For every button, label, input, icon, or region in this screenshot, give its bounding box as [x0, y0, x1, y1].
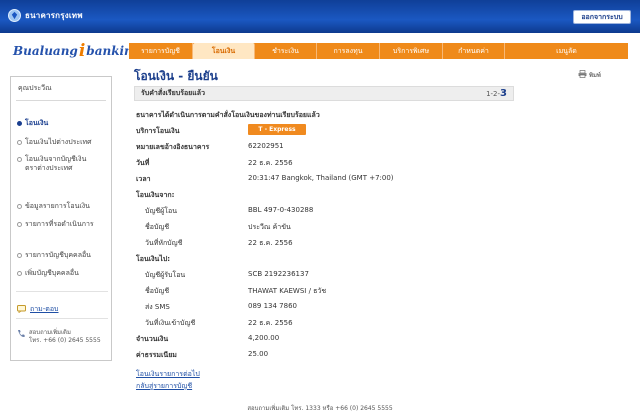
sidebar-item-fcd-transfer[interactable]: โอนเงินจากบัญชีเงินตราต่างประเทศ [17, 155, 97, 173]
sidebar-item-transfer[interactable]: โอนเงิน [17, 119, 109, 128]
success-notice: ธนาคารได้ดำเนินการตามคำสั่งโอนเงินของท่า… [136, 111, 320, 119]
step-indicator: 1-2-3 [486, 88, 507, 99]
phone-icon [17, 329, 25, 345]
help-faq-link[interactable]: ถาม-ตอบ [17, 304, 59, 315]
footer-contact: สอบถามเพิ่มเติม โทร. 1333 หรือ +66 (0) 2… [247, 405, 393, 412]
bullet-icon [17, 204, 22, 209]
sidebar-item-add-third-party[interactable]: เพิ่มบัญชีบุคคลอื่น [17, 269, 109, 278]
sidebar-item-pending[interactable]: รายการที่รอดำเนินการ [17, 220, 109, 229]
bullet-icon [17, 253, 22, 258]
print-button[interactable]: พิมพ์ [578, 70, 601, 80]
time-value: 20:31:47 Bangkok, Thailand (GMT +7:00) [248, 174, 394, 182]
print-label: พิมพ์ [589, 72, 601, 79]
bank-name: ธนาคารกรุงเทพ [25, 11, 83, 20]
bullet-icon [17, 121, 22, 126]
bullet-icon [17, 271, 22, 276]
service-label: บริการโอนเงิน [136, 127, 180, 135]
help-faq-label: ถาม-ตอบ [30, 305, 59, 313]
from-debit-date-value: 22 ธ.ค. 2556 [248, 239, 293, 247]
bualuang-ibanking-logo[interactable]: Bualuang i banking [13, 40, 141, 62]
contact-text: สอบถามเพิ่มเติม [29, 329, 71, 336]
sms-label: ส่ง SMS [145, 303, 170, 311]
to-name-value: THAWAT KAEWSI / ธวัช [248, 287, 327, 295]
sidebar-item-label: โอนเงิน [25, 119, 49, 127]
to-account-value: SCB 2192236137 [248, 270, 309, 278]
tab-special-services[interactable]: บริการพิเศษ [380, 43, 443, 59]
sms-value: 089 134 7860 [248, 302, 297, 310]
brand-text-bualuang: Bualuang [13, 44, 78, 58]
tab-transfer[interactable]: โอนเงิน [193, 43, 255, 59]
from-heading: โอนเงินจาก: [136, 191, 175, 199]
fee-value: 25.00 [248, 350, 269, 358]
from-name-label: ชื่อบัญชี [145, 223, 170, 231]
tab-investment[interactable]: การลงทุน [317, 43, 380, 59]
step-status-bar: รับคำสั่งเรียบร้อยแล้ว 1-2-3 [134, 86, 514, 101]
bank-emblem-icon [8, 9, 21, 22]
sidebar-item-label: ข้อมูลรายการโอนเงิน [25, 202, 90, 210]
sidebar-divider [16, 318, 108, 319]
step-current: 3 [500, 88, 507, 99]
to-credit-date-label: วันที่เงินเข้าบัญชี [145, 319, 196, 327]
bullet-icon [17, 140, 22, 145]
contact-phone: โทร. +66 (0) 2645 5555 [29, 337, 101, 344]
from-name-value: ประวีณ ค้าขัน [248, 223, 291, 231]
sidebar-item-label: รายการบัญชีบุคคลอื่น [25, 251, 91, 259]
main-navigation: รายการบัญชี โอนเงิน ชำระเงิน การลงทุน บร… [129, 43, 628, 59]
from-debit-date-label: วันที่หักบัญชี [145, 239, 183, 247]
fee-label: ค่าธรรมเนียม [136, 351, 177, 359]
sidebar-item-label: รายการที่รอดำเนินการ [25, 220, 94, 228]
date-label: วันที่ [136, 159, 150, 167]
back-to-accounts-link[interactable]: กลับสู่รายการบัญชี [136, 381, 200, 392]
tab-settings[interactable]: กำหนดค่า [443, 43, 505, 59]
printer-icon [578, 70, 587, 80]
amount-label: จำนวนเงิน [136, 335, 169, 343]
sidebar-user-name: คุณประวีณ [16, 77, 106, 101]
amount-value: 4,200.00 [248, 334, 280, 342]
bullet-icon [17, 222, 22, 227]
chat-bubble-icon [17, 304, 26, 315]
time-label: เวลา [136, 175, 151, 183]
to-account-label: บัญชีผู้รับโอน [145, 271, 186, 279]
bank-logo[interactable]: ธนาคารกรุงเทพ [8, 9, 83, 22]
from-account-value: BBL 497-0-430288 [248, 206, 314, 214]
to-name-label: ชื่อบัญชี [145, 287, 170, 295]
sidebar-divider [16, 291, 108, 292]
page-title: โอนเงิน - ยืนยัน [134, 69, 218, 83]
tab-shortcut-menu[interactable]: เมนูลัด [505, 43, 628, 59]
sidebar-contact: สอบถามเพิ่มเติม โทร. +66 (0) 2645 5555 [17, 329, 101, 345]
logout-button[interactable]: ออกจากระบบ [573, 10, 631, 24]
tab-payment[interactable]: ชำระเงิน [255, 43, 317, 59]
brand-text-i: i [78, 41, 86, 61]
tab-accounts[interactable]: รายการบัญชี [129, 43, 193, 59]
sidebar-item-label: โอนเงินไปต่างประเทศ [25, 138, 92, 146]
sidebar-item-overseas-transfer[interactable]: โอนเงินไปต่างประเทศ [17, 138, 109, 147]
sidebar-item-transfer-info[interactable]: ข้อมูลรายการโอนเงิน [17, 202, 109, 211]
sidebar-item-label: โอนเงินจากบัญชีเงินตราต่างประเทศ [25, 155, 87, 172]
step-indicator-prefix: 1-2- [486, 90, 501, 98]
bottom-links: โอนเงินรายการต่อไป กลับสู่รายการบัญชี [136, 369, 200, 392]
from-account-label: บัญชีผู้โอน [145, 207, 178, 215]
sidebar-item-third-party-accounts[interactable]: รายการบัญชีบุคคลอื่น [17, 251, 109, 260]
transfer-again-link[interactable]: โอนเงินรายการต่อไป [136, 369, 200, 380]
to-heading: โอนเงินไป: [136, 255, 171, 263]
to-credit-date-value: 22 ธ.ค. 2556 [248, 319, 293, 327]
sidebar-item-label: เพิ่มบัญชีบุคคลอื่น [25, 269, 79, 277]
ref-value: 62202951 [248, 142, 284, 150]
status-text: รับคำสั่งเรียบร้อยแล้ว [141, 89, 206, 97]
sidebar: คุณประวีณ โอนเงิน โอนเงินไปต่างประเทศ โอ… [10, 76, 112, 361]
date-value: 22 ธ.ค. 2556 [248, 159, 293, 167]
ref-label: หมายเลขอ้างอิงธนาคาร [136, 143, 210, 151]
bullet-icon [17, 157, 22, 162]
service-badge: T - Express [248, 124, 306, 135]
top-header-bar: ธนาคารกรุงเทพ ออกจากระบบ [0, 0, 640, 33]
